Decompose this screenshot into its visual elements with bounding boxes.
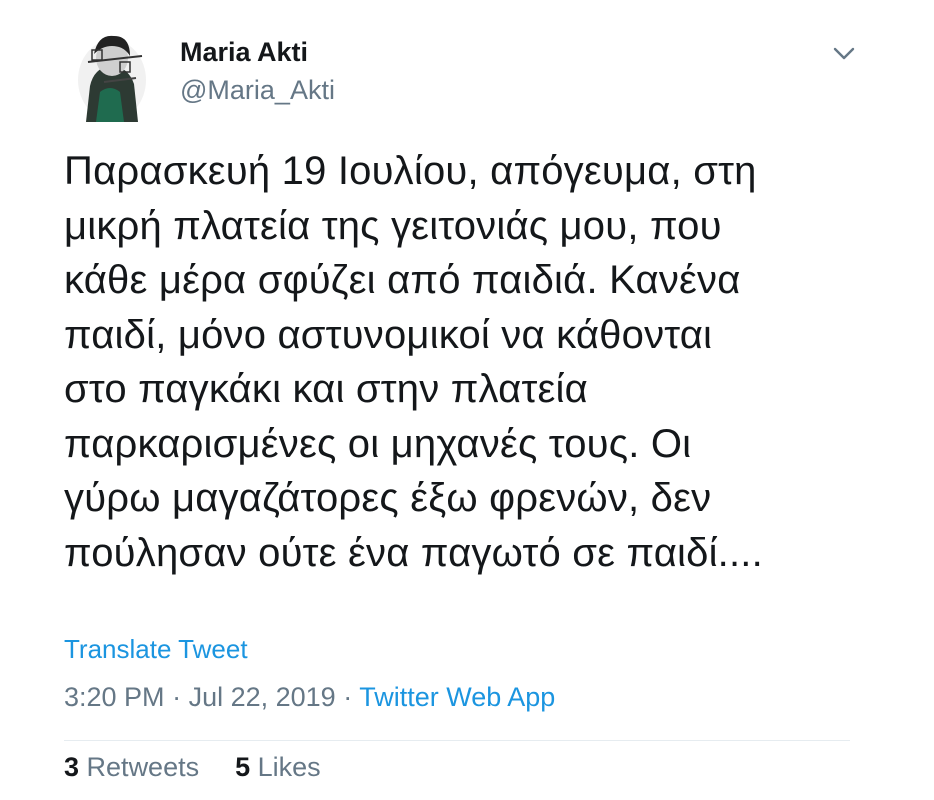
tweet-text-line: κάθε μέρα σφύζει από παιδιά. Κανένα [64,258,741,302]
tweet-date[interactable]: Jul 22, 2019 [189,682,336,712]
avatar-image [64,22,160,122]
tweet-text-line: πούλησαν ούτε ένα παγωτό σε παιδί.... [64,530,763,575]
tweet-source-link[interactable]: Twitter Web App [359,682,555,712]
display-name[interactable]: Maria Akti [180,36,335,68]
tweet-text-line: παρκαρισμένες οι μηχανές τους. Οι [64,421,692,466]
avatar[interactable] [64,22,160,122]
retweets-stat[interactable]: 3 Retweets [64,752,199,782]
likes-label: Likes [257,752,321,782]
tweet-stats: 3 Retweets 5 Likes [64,752,321,783]
tweet-menu-button[interactable] [826,40,862,68]
tweet-text: Παρασκευή 19 Ιουλίου, απόγευμα, στη μικρ… [64,144,894,580]
tweet-text-line: γύρω μαγαζάτορες έξω φρενών, δεν [64,476,712,520]
divider [64,740,850,741]
tweet-text-line: παιδί, μόνο αστυνομικοί να κάθονται [64,312,713,357]
retweets-count: 3 [64,752,80,782]
tweet-text-line: Παρασκευή 19 Ιουλίου, απόγευμα, στη [64,149,757,193]
tweet-card: Maria Akti @Maria_Akti Παρασκευή 19 Ιουλ… [0,0,934,800]
chevron-down-icon [833,47,855,60]
tweet-time[interactable]: 3:20 PM [64,682,165,712]
translate-tweet-link[interactable]: Translate Tweet [64,634,248,665]
user-handle[interactable]: @Maria_Akti [180,74,335,106]
tweet-text-line: στο παγκάκι και στην πλατεία [64,367,588,411]
author-info: Maria Akti @Maria_Akti [180,36,335,106]
tweet-text-line: μικρή πλατεία της γειτονιάς μου, που [64,203,722,248]
retweets-label: Retweets [86,752,200,782]
meta-separator: · [335,682,360,712]
tweet-meta: 3:20 PM · Jul 22, 2019 · Twitter Web App [64,682,555,713]
likes-count: 5 [235,752,251,782]
meta-separator: · [164,682,189,712]
likes-stat[interactable]: 5 Likes [235,752,321,782]
